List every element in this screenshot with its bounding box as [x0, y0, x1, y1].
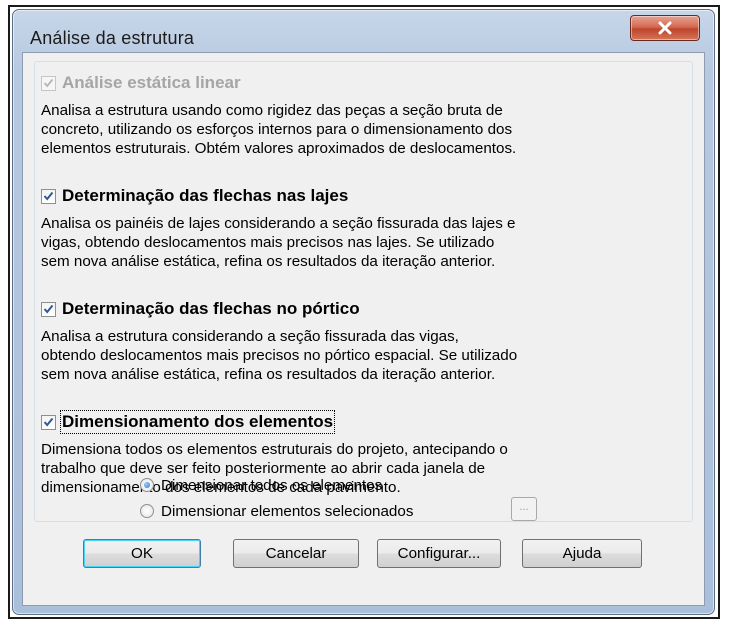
- option-slab-deflection: Determinação das flechas nas lajes Anali…: [41, 186, 686, 271]
- checkmark-icon: [43, 417, 54, 427]
- ok-button[interactable]: OK: [83, 539, 201, 568]
- slab-deflection-label: Determinação das flechas nas lajes: [62, 186, 349, 205]
- frame-deflection-label: Determinação das flechas no pórtico: [62, 299, 360, 318]
- option-static-analysis: Análise estática linear Analisa a estrut…: [41, 73, 686, 158]
- radio-unselected-icon: [140, 504, 154, 518]
- checkmark-icon: [43, 191, 54, 201]
- cancel-button-label: Cancelar: [265, 545, 327, 562]
- help-button-label: Ajuda: [562, 545, 602, 562]
- close-button[interactable]: [630, 15, 700, 41]
- element-design-label: Dimensionamento dos elementos: [59, 410, 336, 434]
- option-frame-deflection: Determinação das flechas no pórtico Anal…: [41, 299, 686, 384]
- radio-design-selected[interactable]: Dimensionar elementos selecionados: [140, 500, 413, 522]
- static-analysis-label: Análise estática linear: [62, 73, 241, 92]
- slab-deflection-checkbox[interactable]: [41, 188, 56, 204]
- ellipsis-button[interactable]: ...: [511, 497, 537, 521]
- radio-design-selected-label: Dimensionar elementos selecionados: [161, 502, 414, 520]
- radio-design-all-label: Dimensionar todos os elementos: [161, 476, 383, 494]
- ok-button-label: OK: [131, 545, 153, 562]
- frame-deflection-description: Analisa a estrutura considerando a seção…: [41, 328, 518, 383]
- radio-selected-icon: [140, 478, 154, 492]
- element-design-checkbox[interactable]: [41, 414, 56, 430]
- dialog-window: Análise da estrutura Análise estática li…: [12, 9, 715, 615]
- cancel-button[interactable]: Cancelar: [233, 539, 359, 568]
- analysis-options-group: Análise estática linear Analisa a estrut…: [34, 61, 693, 522]
- help-button[interactable]: Ajuda: [522, 539, 642, 568]
- static-analysis-checkbox[interactable]: [41, 75, 56, 91]
- configure-button[interactable]: Configurar...: [377, 539, 501, 568]
- frame-deflection-checkbox[interactable]: [41, 301, 56, 317]
- checkmark-icon: [43, 78, 54, 88]
- configure-button-label: Configurar...: [397, 545, 481, 562]
- dialog-client-area: Análise estática linear Analisa a estrut…: [22, 52, 705, 606]
- close-icon: [658, 21, 672, 35]
- static-analysis-description: Analisa a estrutura usando como rigidez …: [41, 102, 517, 157]
- radio-design-all[interactable]: Dimensionar todos os elementos: [140, 474, 382, 496]
- slab-deflection-description: Analisa os painéis de lajes considerando…: [41, 215, 516, 270]
- window-title: Análise da estrutura: [30, 28, 195, 48]
- title-bar[interactable]: Análise da estrutura: [13, 10, 714, 52]
- checkmark-icon: [43, 304, 54, 314]
